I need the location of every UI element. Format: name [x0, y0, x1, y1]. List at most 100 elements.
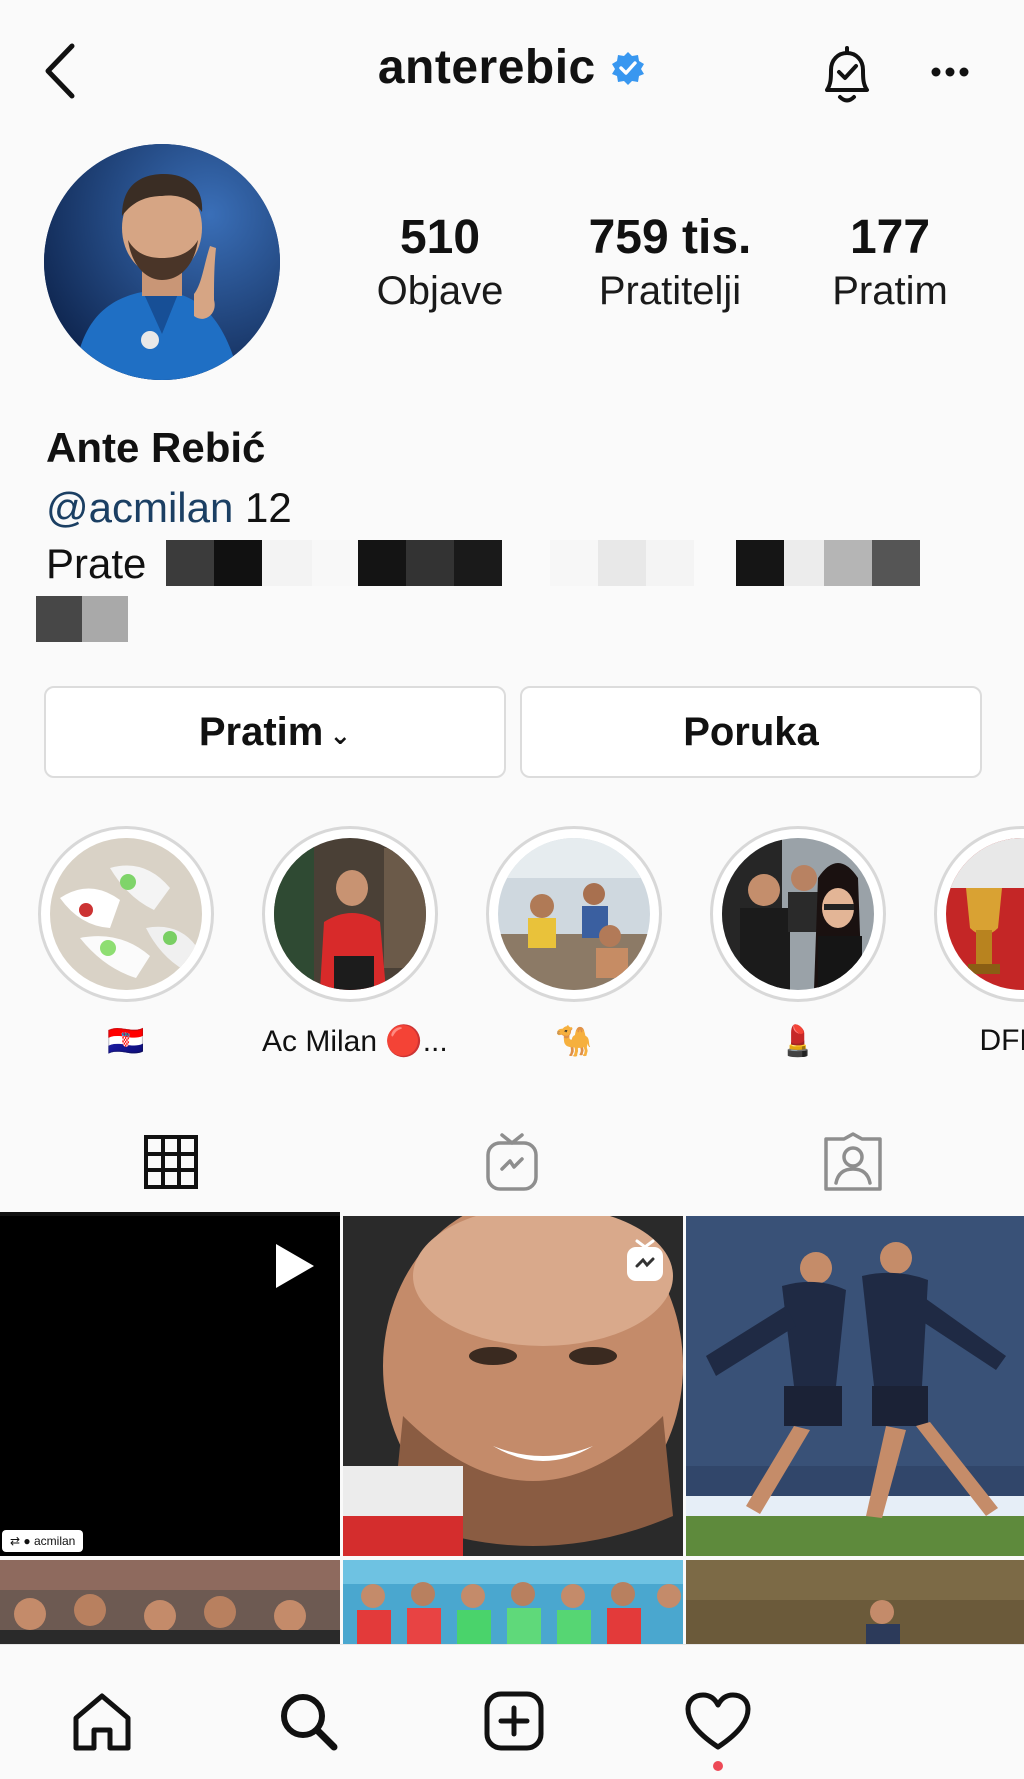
- igtv-icon: [485, 1133, 538, 1191]
- stat-posts[interactable]: 510 Objave: [350, 210, 530, 320]
- redaction-block: [358, 540, 406, 586]
- home-icon: [73, 1693, 131, 1751]
- profile-avatar[interactable]: [44, 144, 280, 380]
- post-image: [0, 1560, 340, 1644]
- redaction-block: [82, 596, 128, 642]
- highlight-ring: [486, 826, 662, 1002]
- redaction-block: [36, 596, 82, 642]
- following-count: 177: [849, 211, 931, 264]
- bio-text: 12: [233, 484, 292, 531]
- post-thumbnail[interactable]: [0, 1560, 340, 1644]
- redaction-block: [784, 540, 824, 586]
- post-thumbnail[interactable]: [686, 1216, 1024, 1556]
- highlight-item[interactable]: Ac Milan 🔴...: [262, 826, 448, 1059]
- post-thumbnail[interactable]: [343, 1560, 683, 1644]
- bell-check-icon: [825, 46, 869, 103]
- highlight-ring: [710, 826, 886, 1002]
- highlight-label: DFB p: [979, 1024, 1024, 1057]
- redaction-block: [454, 540, 502, 586]
- redaction-block: [312, 540, 358, 586]
- video-play-icon: [276, 1244, 314, 1288]
- highlight-cover: [498, 838, 650, 990]
- nav-home-button[interactable]: [62, 1681, 142, 1761]
- notifications-bell-button[interactable]: [815, 42, 879, 108]
- redaction-block: [406, 540, 454, 586]
- highlight-label: 🇭🇷: [107, 1025, 145, 1058]
- redaction-block: [872, 540, 920, 586]
- repost-tag: ⇄ ● acmilan: [2, 1530, 84, 1552]
- redaction-block: [824, 540, 872, 586]
- repost-username: acmilan: [33, 1534, 76, 1548]
- profile-tabs: [0, 1108, 1024, 1216]
- profile-stats: 510 Objave 759 tis. Pratitelji 177 Prati…: [350, 210, 990, 320]
- bio-mention-link[interactable]: @acmilan: [46, 484, 233, 531]
- following-button-label: Pratim: [198, 709, 324, 754]
- post-image: [686, 1560, 1024, 1644]
- post-image: [343, 1560, 683, 1644]
- followed-by-row[interactable]: Prate: [46, 540, 146, 588]
- redaction-block: [736, 540, 784, 586]
- highlight-label: Ac Milan 🔴...: [262, 1025, 448, 1058]
- highlight-cover: [274, 838, 426, 990]
- profile-full-name: Ante Rebić: [46, 424, 266, 471]
- igtv-icon: [627, 1239, 663, 1281]
- highlight-cover: [50, 838, 202, 990]
- redaction-block: [214, 540, 262, 586]
- chevron-down-icon: ⌄: [329, 719, 352, 750]
- search-icon: [281, 1694, 338, 1751]
- posts-label: Objave: [376, 269, 504, 313]
- post-image: [686, 1216, 1024, 1556]
- followed-by-prefix: Prate: [46, 540, 147, 587]
- message-button-label: Poruka: [683, 709, 819, 754]
- new-post-icon: [484, 1691, 544, 1751]
- highlight-ring: [38, 826, 214, 1002]
- story-highlights: 🇭🇷 Ac Milan 🔴... 🐪 💄 DF: [0, 826, 1024, 1076]
- redaction-block: [598, 540, 646, 586]
- nav-search-button[interactable]: [268, 1681, 348, 1761]
- tab-posts-grid[interactable]: [0, 1108, 341, 1216]
- more-dots-icon: [931, 67, 969, 77]
- redaction-block: [646, 540, 694, 586]
- followers-count: 759 tis.: [588, 211, 752, 264]
- highlight-item[interactable]: 💄: [710, 826, 886, 1059]
- redaction-block: [166, 540, 214, 586]
- nav-new-post-button[interactable]: [474, 1681, 554, 1761]
- highlight-item[interactable]: DFB p: [934, 826, 1024, 1058]
- highlight-ring: [262, 826, 438, 1002]
- highlight-label: 🐪: [555, 1025, 593, 1058]
- post-thumbnail[interactable]: ⇄ ● acmilan: [0, 1216, 340, 1556]
- tab-igtv[interactable]: [341, 1108, 682, 1216]
- grid-icon: [143, 1135, 198, 1189]
- redacted-followers-names-2: [36, 596, 128, 642]
- redaction-block: [262, 540, 312, 586]
- message-button[interactable]: Poruka: [520, 686, 982, 778]
- post-thumbnail[interactable]: [343, 1216, 683, 1556]
- activity-notification-dot: [713, 1761, 723, 1771]
- highlight-cover: [946, 838, 1024, 990]
- avatar-photo: [44, 144, 280, 380]
- repost-icon: ⇄ ●: [10, 1534, 31, 1548]
- verified-badge-icon: [612, 51, 645, 85]
- stat-following[interactable]: 177 Pratim: [810, 210, 970, 320]
- stat-followers[interactable]: 759 tis. Pratitelji: [550, 210, 790, 320]
- highlight-label: 💄: [779, 1025, 817, 1058]
- tagged-icon: [823, 1132, 882, 1191]
- bottom-navigation: [0, 1644, 1024, 1779]
- highlight-item[interactable]: 🐪: [486, 826, 662, 1059]
- tab-tagged[interactable]: [682, 1108, 1023, 1216]
- profile-header: anterebic: [0, 0, 1024, 140]
- profile-bio: @acmilan 12: [46, 484, 292, 532]
- activity-heart-icon: [685, 1692, 751, 1750]
- following-button[interactable]: Pratim ⌄: [44, 686, 506, 778]
- highlight-ring: [934, 826, 1024, 1002]
- highlight-item[interactable]: 🇭🇷: [38, 826, 214, 1059]
- post-thumbnail[interactable]: [686, 1560, 1024, 1644]
- more-options-button[interactable]: [920, 52, 980, 92]
- following-label: Pratim: [832, 269, 948, 313]
- followers-label: Pratitelji: [598, 269, 742, 313]
- posts-count: 510: [399, 211, 481, 264]
- posts-grid: ⇄ ● acmilan: [0, 1216, 1024, 1644]
- redaction-block: [550, 540, 598, 586]
- nav-activity-button[interactable]: [678, 1681, 758, 1761]
- profile-username: anterebic: [377, 41, 596, 94]
